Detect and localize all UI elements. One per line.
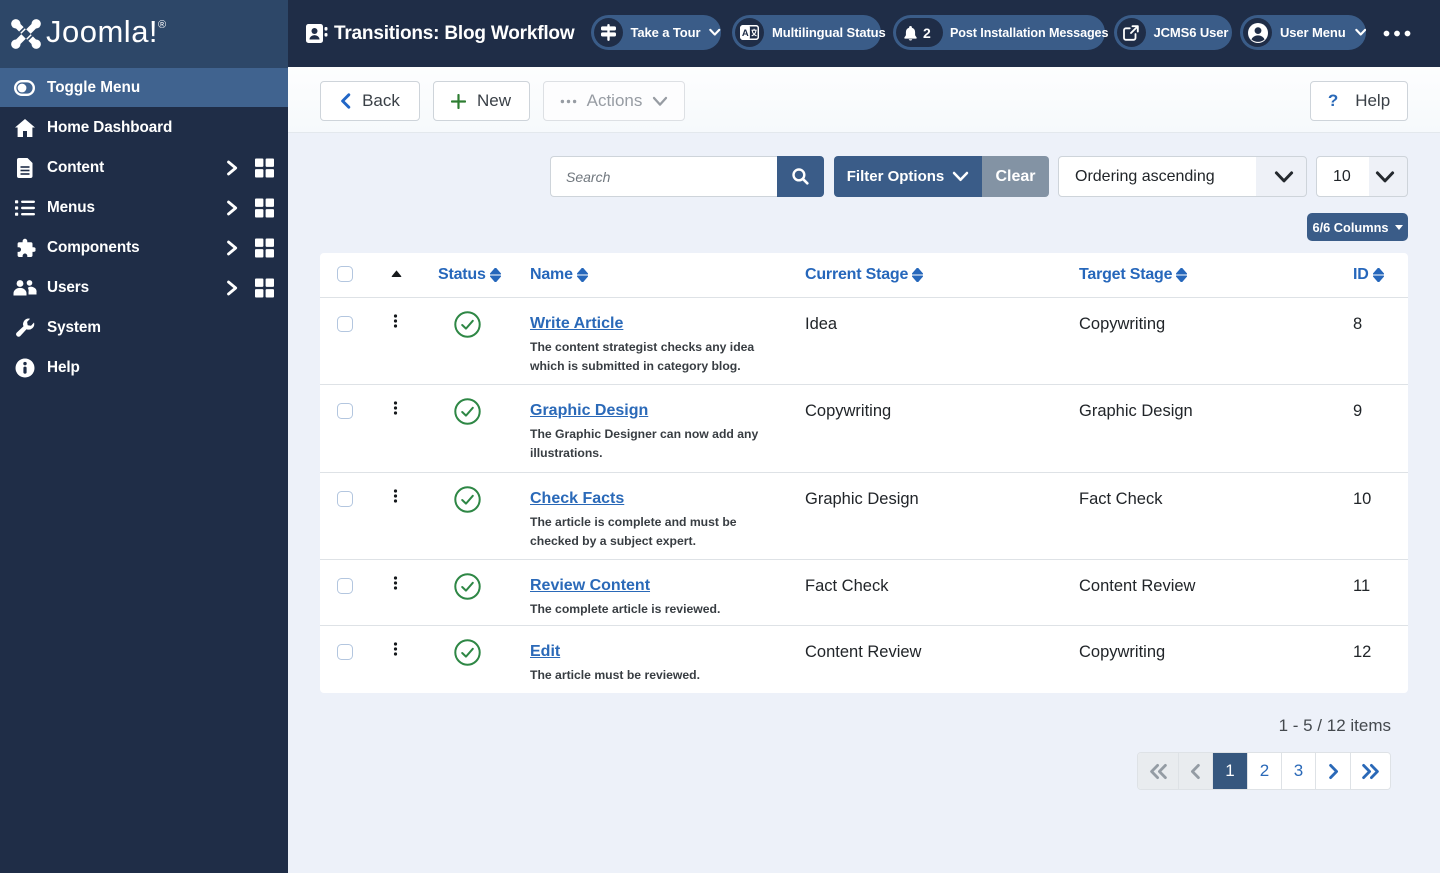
svg-text:A: A: [742, 28, 749, 39]
